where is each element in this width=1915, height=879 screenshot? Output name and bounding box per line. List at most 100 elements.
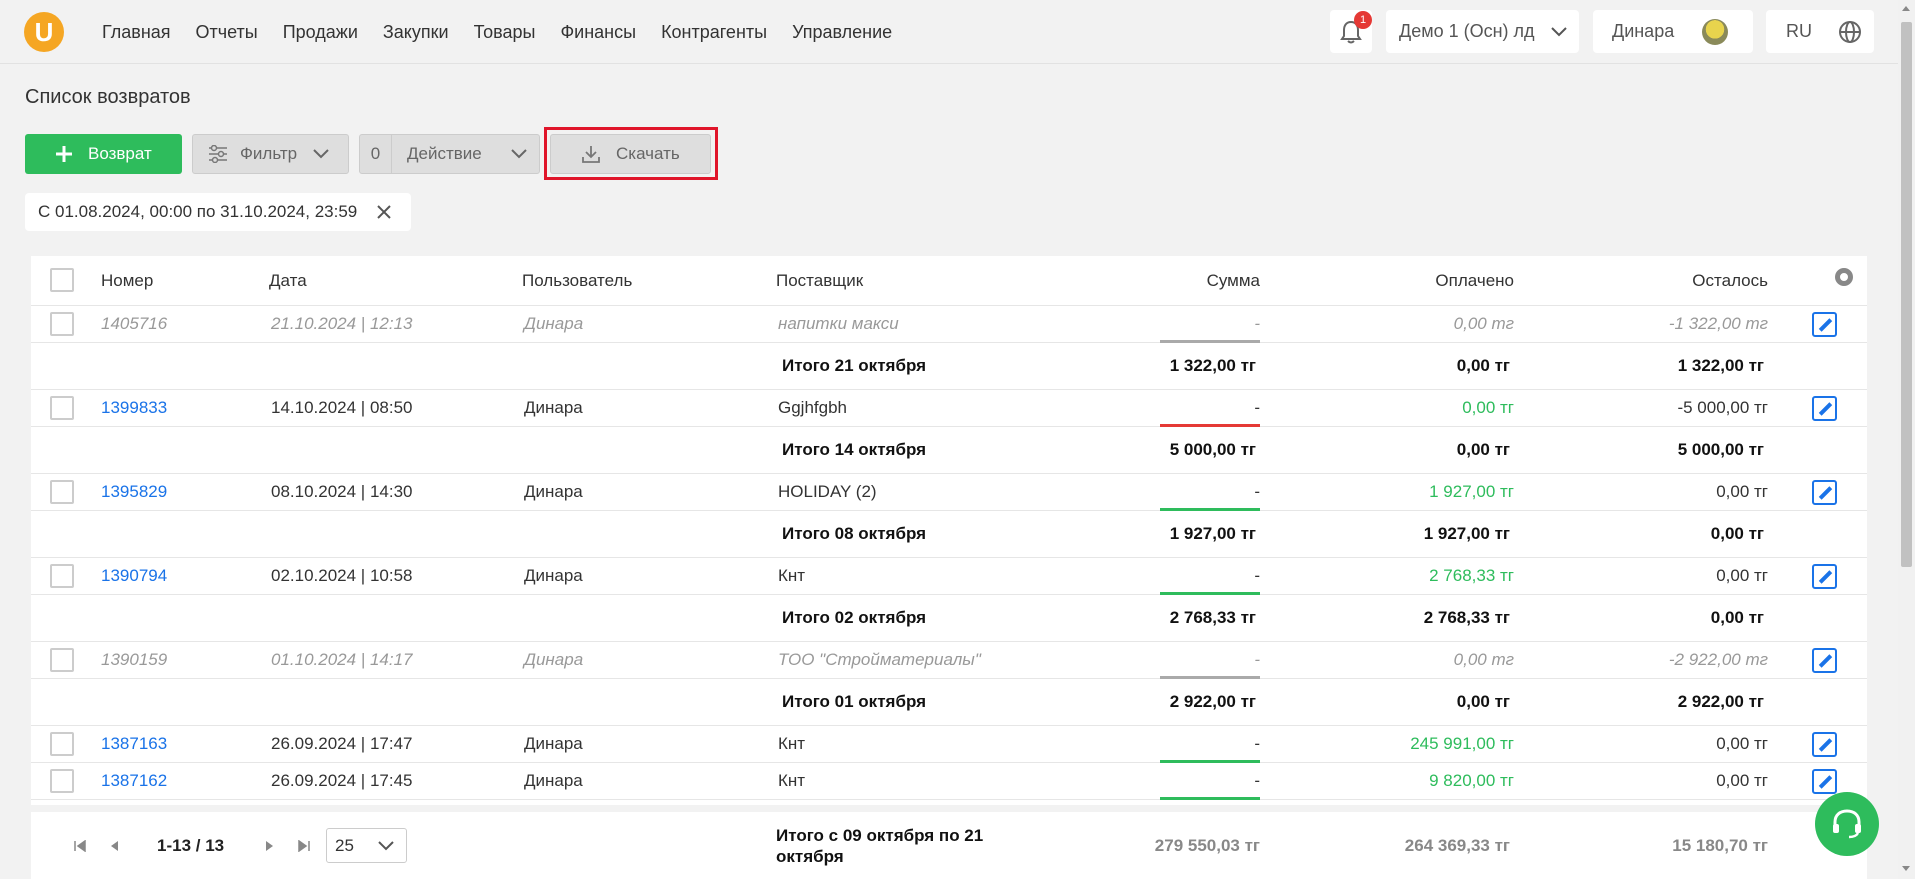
row-checkbox[interactable] xyxy=(50,769,74,793)
edit-button[interactable] xyxy=(1812,763,1837,799)
table-row[interactable]: 1387163 26.09.2024 | 17:47 Динара Кнт - … xyxy=(31,726,1867,763)
row-date: 14.10.2024 | 08:50 xyxy=(271,398,413,417)
first-page-button[interactable] xyxy=(73,812,87,879)
gear-icon[interactable] xyxy=(1835,268,1853,286)
add-return-label: Возврат xyxy=(88,144,152,163)
row-user: Динара xyxy=(524,650,584,669)
col-supplier[interactable]: Поставщик xyxy=(776,256,863,305)
nav-item-management[interactable]: Управление xyxy=(792,22,892,43)
row-checkbox[interactable] xyxy=(50,480,74,504)
notifications-button[interactable]: 1 xyxy=(1330,10,1372,53)
chevron-down-icon xyxy=(378,840,394,850)
last-page-button[interactable] xyxy=(297,812,311,879)
action-dropdown[interactable]: 0 Действие xyxy=(359,134,540,174)
chevron-down-icon xyxy=(1550,26,1567,36)
nav-item-products[interactable]: Товары xyxy=(474,22,536,43)
user-menu[interactable]: Динара xyxy=(1593,10,1753,53)
edit-button[interactable] xyxy=(1812,306,1837,342)
row-number-link[interactable]: 1399833 xyxy=(101,390,167,426)
next-page-button[interactable] xyxy=(265,812,275,879)
row-supplier: напитки макси xyxy=(778,314,899,333)
col-user[interactable]: Пользователь xyxy=(522,256,632,305)
row-date: 01.10.2024 | 14:17 xyxy=(271,650,413,669)
nav-item-home[interactable]: Главная xyxy=(102,22,171,43)
edit-button[interactable] xyxy=(1812,642,1837,678)
row-checkbox[interactable] xyxy=(50,312,74,336)
row-checkbox[interactable] xyxy=(50,648,74,672)
row-remaining: 0,00 тг xyxy=(1716,566,1768,585)
row-user: Динара xyxy=(524,771,583,790)
support-chat-button[interactable] xyxy=(1815,792,1879,856)
row-sum: - xyxy=(1254,734,1260,753)
table-row[interactable]: 1387162 26.09.2024 | 17:45 Динара Кнт - … xyxy=(31,763,1867,800)
select-all-checkbox[interactable] xyxy=(50,267,74,292)
row-user: Динара xyxy=(524,314,584,333)
selected-count: 0 xyxy=(360,135,392,173)
app-logo[interactable]: U xyxy=(24,12,64,52)
row-paid: 1 927,00 тг xyxy=(1429,482,1514,501)
row-checkbox[interactable] xyxy=(50,396,74,420)
subtotal-paid: 0,00 тг xyxy=(1456,440,1510,459)
row-number: 1390159 xyxy=(101,650,168,669)
edit-button[interactable] xyxy=(1812,558,1837,594)
row-supplier: ТОО "Стройматериалы" xyxy=(778,650,981,669)
org-selector[interactable]: Демо 1 (Осн) лд xyxy=(1386,10,1579,53)
subtotal-remaining: 0,00 тг xyxy=(1710,608,1764,627)
edit-icon xyxy=(1812,563,1837,589)
table-row[interactable]: 1390794 02.10.2024 | 10:58 Динара Кнт - … xyxy=(31,558,1867,595)
row-checkbox[interactable] xyxy=(50,732,74,756)
nav-item-sales[interactable]: Продажи xyxy=(283,22,358,43)
date-filter-text: С 01.08.2024, 00:00 по 31.10.2024, 23:59 xyxy=(38,202,358,221)
nav-item-finance[interactable]: Финансы xyxy=(560,22,636,43)
add-return-button[interactable]: Возврат xyxy=(25,134,182,174)
nav-item-reports[interactable]: Отчеты xyxy=(196,22,258,43)
row-sum: - xyxy=(1254,398,1260,417)
edit-button[interactable] xyxy=(1812,726,1837,762)
language-selector[interactable]: RU xyxy=(1766,10,1874,53)
table-row[interactable]: 1399833 14.10.2024 | 08:50 Динара Ggjhfg… xyxy=(31,390,1867,427)
row-paid: 9 820,00 тг xyxy=(1429,771,1514,790)
scroll-down-arrow[interactable] xyxy=(1902,866,1910,871)
col-sum[interactable]: Сумма xyxy=(1207,256,1260,305)
filter-button[interactable]: Фильтр xyxy=(192,134,349,174)
table-row[interactable]: 1405716 21.10.2024 | 12:13 Динара напитк… xyxy=(31,306,1867,343)
subtotal-row: Итого 02 октября 2 768,33 тг 2 768,33 тг… xyxy=(31,595,1867,642)
nav-item-purchases[interactable]: Закупки xyxy=(383,22,449,43)
page-scrollbar[interactable] xyxy=(1898,0,1915,879)
col-number[interactable]: Номер xyxy=(101,256,153,305)
row-checkbox[interactable] xyxy=(50,564,74,588)
edit-button[interactable] xyxy=(1812,390,1837,426)
row-number-link[interactable]: 1395829 xyxy=(101,474,167,510)
prev-page-button[interactable] xyxy=(109,812,119,879)
col-paid[interactable]: Оплачено xyxy=(1435,256,1514,305)
table-row[interactable]: 1395829 08.10.2024 | 14:30 Динара HOLIDA… xyxy=(31,474,1867,511)
row-remaining: -1 322,00 тг xyxy=(1668,314,1768,333)
edit-icon xyxy=(1812,768,1837,794)
page-size-value: 25 xyxy=(335,835,354,855)
top-bar: U Главная Отчеты Продажи Закупки Товары … xyxy=(0,0,1898,64)
subtotal-label: Итого 08 октября xyxy=(782,524,927,543)
action-label: Действие xyxy=(407,144,482,163)
row-date: 02.10.2024 | 10:58 xyxy=(271,566,413,585)
row-remaining: 0,00 тг xyxy=(1716,482,1768,501)
chevron-down-icon xyxy=(511,149,527,159)
scroll-up-arrow[interactable] xyxy=(1902,6,1910,11)
download-highlight-box xyxy=(544,127,718,180)
scroll-thumb[interactable] xyxy=(1901,22,1912,567)
row-paid: 245 991,00 тг xyxy=(1410,734,1514,753)
page-size-select[interactable]: 25 xyxy=(326,828,407,863)
row-number-link[interactable]: 1390794 xyxy=(101,558,167,594)
col-date[interactable]: Дата xyxy=(269,256,307,305)
col-remaining[interactable]: Осталось xyxy=(1692,256,1768,305)
grand-total-label: Итого с 09 октября по 21 октября xyxy=(776,825,983,867)
table-footer: 1-13 / 13 25 Итого с 09 октября по 21 ок… xyxy=(31,812,1867,879)
row-number-link[interactable]: 1387162 xyxy=(101,763,167,799)
close-icon[interactable] xyxy=(377,205,391,219)
main-nav: Главная Отчеты Продажи Закупки Товары Фи… xyxy=(102,0,892,64)
table-row[interactable]: 1390159 01.10.2024 | 14:17 Динара ТОО "С… xyxy=(31,642,1867,679)
subtotal-remaining: 0,00 тг xyxy=(1710,524,1764,543)
nav-item-contractors[interactable]: Контрагенты xyxy=(661,22,767,43)
row-number-link[interactable]: 1387163 xyxy=(101,726,167,762)
sliders-icon xyxy=(209,145,227,163)
edit-button[interactable] xyxy=(1812,474,1837,510)
